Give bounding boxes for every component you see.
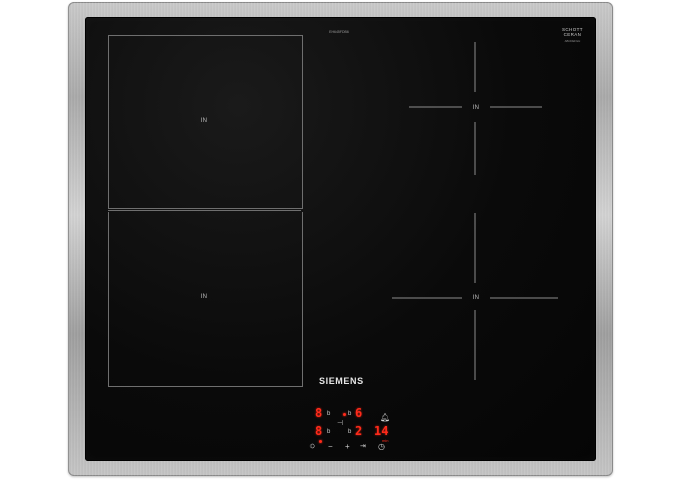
zone-label-right-top: IN — [472, 105, 480, 111]
boost-icon[interactable]: ⇥ — [360, 443, 366, 451]
power-indicator-dot — [319, 440, 322, 443]
right-zone-markers — [392, 42, 558, 380]
clock-icon[interactable]: ◷ — [378, 443, 385, 451]
glass-logo-line2: CERAN — [563, 32, 582, 37]
power-level-display-right-2: 2 — [355, 424, 363, 438]
power-icon[interactable]: ⏻ — [309, 444, 317, 449]
sliders-icon[interactable]: ⊣ — [337, 420, 343, 428]
model-code: EH645FDB6 — [329, 30, 349, 34]
power-unit-left: b — [327, 411, 331, 417]
power-unit-right-2: b — [348, 429, 352, 435]
power-level-display-right: 6 — [355, 406, 363, 420]
plus-icon[interactable]: + — [345, 443, 350, 451]
brand-logo: SIEMENS — [319, 376, 364, 386]
timer-display: 14 — [374, 424, 389, 438]
power-unit-left-2: b — [327, 429, 331, 435]
minus-icon[interactable]: − — [328, 443, 333, 451]
glass-logo-sub: ABCDEFGH — [564, 39, 581, 43]
power-level-display-left-2: 8 — [315, 424, 323, 438]
zone-label-right-bottom: IN — [472, 295, 480, 301]
glass-logo: SCHOTT CERAN ABCDEFGH — [562, 27, 583, 44]
bell-icon[interactable]: 🔔︎ — [380, 414, 390, 422]
power-unit-right: b — [348, 411, 352, 417]
zone-indicator-dot — [343, 413, 346, 416]
power-level-display-left: 8 — [315, 406, 323, 420]
